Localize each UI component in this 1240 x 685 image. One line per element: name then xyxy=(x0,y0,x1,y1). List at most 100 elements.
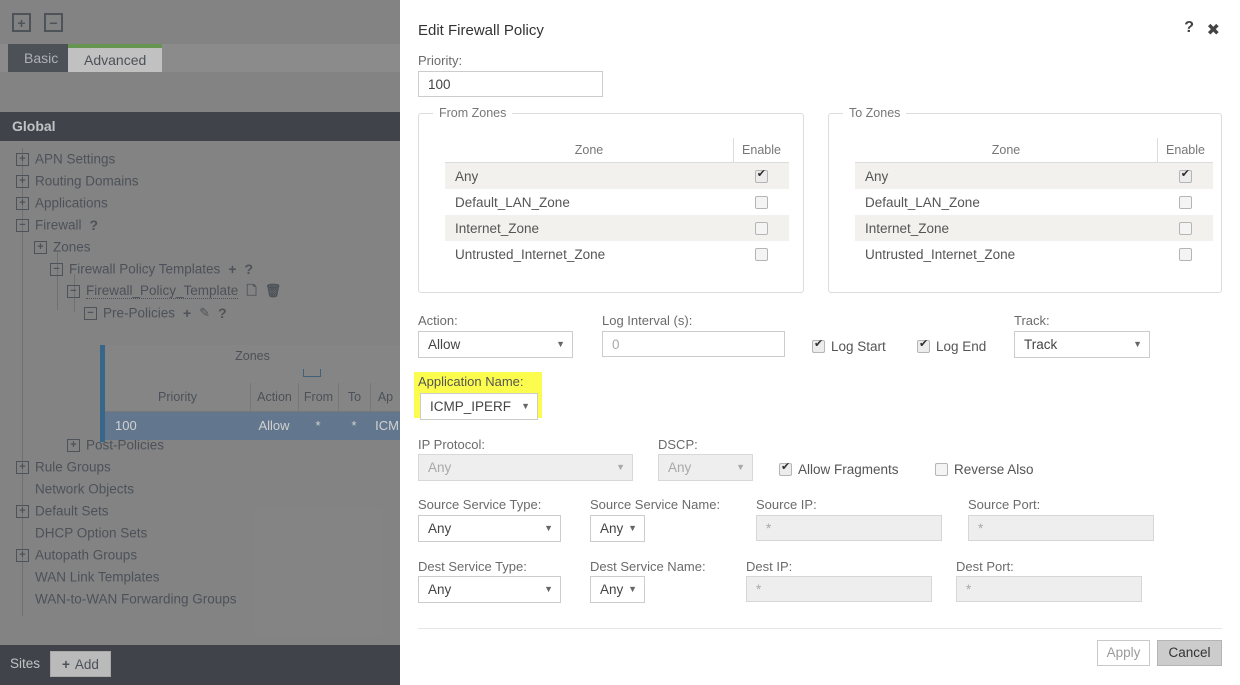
table-row[interactable]: 100 Allow * * ICM xyxy=(105,412,400,440)
trash-icon[interactable]: 🗑 xyxy=(265,280,282,302)
application-name-label: Application Name: xyxy=(418,374,524,389)
priority-input[interactable] xyxy=(418,71,603,97)
reverse-also-checkbox-wrap[interactable]: Reverse Also xyxy=(935,461,1034,477)
collapse-icon[interactable]: − xyxy=(16,218,29,232)
grid-column-priority[interactable]: Priority xyxy=(105,383,250,412)
to-zones-group: To Zones Zone Enable Any Default_LAN_Zon… xyxy=(828,106,1222,293)
collapse-icon[interactable]: − xyxy=(67,284,80,298)
reverse-also-checkbox[interactable] xyxy=(935,462,948,476)
tree-item-autopath-groups[interactable]: + Autopath Groups xyxy=(0,544,400,566)
apply-button[interactable]: Apply xyxy=(1097,640,1150,666)
allow-fragments-checkbox[interactable] xyxy=(779,461,792,476)
to-zone-enable-checkbox[interactable] xyxy=(1178,248,1192,262)
dest-service-name-select[interactable]: Any ▼ xyxy=(590,576,645,603)
table-row[interactable]: Internet_Zone xyxy=(855,215,1213,241)
grid-column-action[interactable]: Action xyxy=(250,383,298,412)
expand-icon[interactable]: + xyxy=(16,152,29,166)
tree-item-firewall-policy-template[interactable]: − Firewall_Policy_Template 🗋 🗑 xyxy=(0,280,400,302)
table-row[interactable]: Internet_Zone xyxy=(445,215,789,241)
tree-item-apn-settings[interactable]: + APN Settings xyxy=(0,148,400,170)
tree-item-label: Autopath Groups xyxy=(35,547,138,563)
expand-icon[interactable]: + xyxy=(16,196,29,210)
dest-ip-input[interactable] xyxy=(746,576,932,602)
log-end-checkbox[interactable] xyxy=(917,338,930,353)
tree-item-firewall[interactable]: − Firewall? xyxy=(0,214,400,236)
expand-icon[interactable]: + xyxy=(34,240,47,254)
track-select[interactable]: Track ▼ xyxy=(1014,331,1150,358)
tab-bar: Basic Advanced xyxy=(0,44,400,72)
tree-item-zones[interactable]: + Zones xyxy=(0,236,400,258)
tree-item-default-sets[interactable]: + Default Sets xyxy=(0,500,400,522)
dest-service-type-select[interactable]: Any ▼ xyxy=(418,576,561,603)
dest-port-input[interactable] xyxy=(956,576,1142,602)
table-row[interactable]: Any xyxy=(445,162,789,189)
grid-column-to[interactable]: To xyxy=(338,383,370,412)
pencil-icon[interactable]: ✎ xyxy=(199,302,210,324)
table-row[interactable]: Default_LAN_Zone xyxy=(855,189,1213,215)
tree-item-wan-to-wan-forwarding-groups[interactable]: WAN-to-WAN Forwarding Groups xyxy=(0,588,400,610)
table-row[interactable]: Untrusted_Internet_Zone xyxy=(445,241,789,267)
tree-item-network-objects[interactable]: Network Objects xyxy=(0,478,400,500)
tab-advanced[interactable]: Advanced xyxy=(68,44,163,72)
cancel-button[interactable]: Cancel xyxy=(1157,640,1222,666)
log-start-checkbox[interactable] xyxy=(812,338,825,353)
from-zone-enable-checkbox[interactable] xyxy=(754,168,768,184)
source-port-input[interactable] xyxy=(968,515,1154,541)
tree-item-pre-policies[interactable]: − Pre-Policies + ✎? xyxy=(0,302,400,324)
add-site-button[interactable]: + Add xyxy=(50,651,111,677)
tree-item-rule-groups[interactable]: + Rule Groups xyxy=(0,456,400,478)
help-icon[interactable]: ? xyxy=(1184,19,1194,37)
help-icon[interactable]: ? xyxy=(218,302,227,324)
log-start-checkbox-wrap[interactable]: Log Start xyxy=(812,338,886,354)
priority-label: Priority: xyxy=(418,53,463,68)
source-service-name-select[interactable]: Any ▼ xyxy=(590,515,645,542)
tree-item-routing-domains[interactable]: + Routing Domains xyxy=(0,170,400,192)
expand-all-icon[interactable]: + xyxy=(12,13,31,32)
from-zone-enable-checkbox[interactable] xyxy=(754,222,768,236)
source-service-type-select[interactable]: Any ▼ xyxy=(418,515,561,542)
to-zone-enable-checkbox[interactable] xyxy=(1178,168,1192,184)
chevron-down-icon: ▼ xyxy=(736,462,745,472)
tree-item-firewall-policy-templates[interactable]: − Firewall Policy Templates +? xyxy=(0,258,400,280)
help-icon[interactable]: ? xyxy=(90,214,99,236)
tree-item-label: Rule Groups xyxy=(35,459,111,475)
application-name-select[interactable]: ICMP_IPERF ▼ xyxy=(420,393,538,420)
action-select[interactable]: Allow ▼ xyxy=(418,331,573,358)
to-zones-legend: To Zones xyxy=(843,106,907,120)
source-ip-input[interactable] xyxy=(756,515,942,541)
expand-icon[interactable]: + xyxy=(67,438,80,452)
tree-item-label: Firewall Policy Templates xyxy=(69,261,221,277)
global-section-header: Global xyxy=(0,112,400,141)
collapse-all-icon[interactable]: − xyxy=(44,13,63,32)
add-icon[interactable]: + xyxy=(228,258,236,280)
tab-basic[interactable]: Basic xyxy=(8,44,75,72)
table-row[interactable]: Any xyxy=(855,162,1213,189)
to-zone-enable-checkbox[interactable] xyxy=(1178,222,1192,236)
to-zone-enable-checkbox[interactable] xyxy=(1178,196,1192,210)
expand-icon[interactable]: + xyxy=(16,548,29,562)
tree-item-dhcp-option-sets[interactable]: DHCP Option Sets xyxy=(0,522,400,544)
close-icon[interactable]: ✖ xyxy=(1207,20,1220,40)
help-icon[interactable]: ? xyxy=(245,258,254,280)
grid-column-app[interactable]: Ap xyxy=(370,383,400,412)
tree-item-wan-link-templates[interactable]: WAN Link Templates xyxy=(0,566,400,588)
allow-fragments-checkbox-wrap[interactable]: Allow Fragments xyxy=(779,461,899,477)
expand-icon[interactable]: + xyxy=(16,504,29,518)
table-row[interactable]: Default_LAN_Zone xyxy=(445,189,789,215)
log-interval-label: Log Interval (s): xyxy=(602,313,693,328)
collapse-icon[interactable]: − xyxy=(50,262,63,276)
collapse-icon[interactable]: − xyxy=(84,306,97,320)
expand-icon[interactable]: + xyxy=(16,460,29,474)
table-row[interactable]: Untrusted_Internet_Zone xyxy=(855,241,1213,267)
expand-icon[interactable]: + xyxy=(16,174,29,188)
from-zone-enable-checkbox[interactable] xyxy=(754,196,768,210)
add-icon[interactable]: + xyxy=(183,302,191,324)
from-zone-enable-checkbox[interactable] xyxy=(754,248,768,262)
log-interval-input[interactable] xyxy=(602,331,785,357)
log-end-checkbox-wrap[interactable]: Log End xyxy=(917,338,986,354)
copy-icon[interactable]: 🗋 xyxy=(246,280,256,302)
grid-column-from[interactable]: From xyxy=(298,383,338,412)
tree-item-applications[interactable]: + Applications xyxy=(0,192,400,214)
dest-service-name-label: Dest Service Name: xyxy=(590,559,706,574)
tree-item-label: Pre-Policies xyxy=(103,305,176,321)
